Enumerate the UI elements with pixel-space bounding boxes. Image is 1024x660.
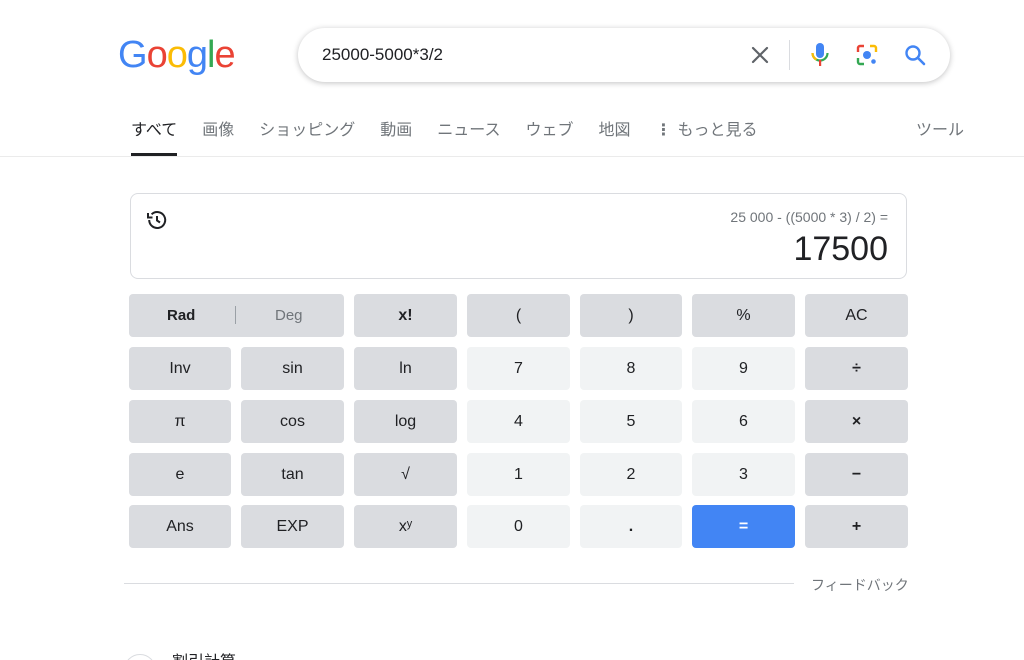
e-button[interactable]: e xyxy=(129,453,231,496)
tools-label: ツール xyxy=(916,120,965,139)
close-icon[interactable] xyxy=(746,41,774,69)
open-paren-button[interactable]: ( xyxy=(467,294,570,337)
divide-button[interactable]: ÷ xyxy=(805,347,908,390)
digit-9-button[interactable]: 9 xyxy=(692,347,795,390)
all-clear-button[interactable]: AC xyxy=(805,294,908,337)
pi-button[interactable]: π xyxy=(129,400,231,443)
tab-videos-label: 動画 xyxy=(380,120,413,139)
search-tabs: すべて 画像 ショッピング 動画 ニュース ウェブ 地図 ⋮ もっと見る xyxy=(131,114,783,156)
history-icon[interactable] xyxy=(145,208,169,232)
digit-4-button[interactable]: 4 xyxy=(467,400,570,443)
tab-all-label: すべて xyxy=(131,120,178,139)
microphone-icon[interactable] xyxy=(806,41,834,69)
digit-8-button[interactable]: 8 xyxy=(580,347,682,390)
tab-web[interactable]: ウェブ xyxy=(526,114,574,156)
tab-shopping-label: ショッピング xyxy=(259,120,356,139)
tab-more[interactable]: ⋮ もっと見る xyxy=(656,114,758,156)
tab-maps[interactable]: 地図 xyxy=(599,114,631,156)
tab-more-label: もっと見る xyxy=(677,120,758,139)
multiply-button[interactable]: × xyxy=(805,400,908,443)
equals-button[interactable]: = xyxy=(692,505,795,548)
lens-icon[interactable] xyxy=(853,41,881,69)
calculator-expression: 25 000 - ((5000 * 3) / 2) = xyxy=(730,209,888,225)
close-paren-button[interactable]: ) xyxy=(580,294,682,337)
exp-button[interactable]: EXP xyxy=(241,505,344,548)
more-vert-icon: ⋮ xyxy=(655,120,672,139)
tab-images-label: 画像 xyxy=(202,120,235,139)
tools-button[interactable]: ツール xyxy=(916,114,964,146)
rad-button[interactable]: Rad xyxy=(167,307,195,324)
search-input[interactable] xyxy=(322,42,722,68)
log-button[interactable]: log xyxy=(354,400,457,443)
logo-letter: g xyxy=(186,34,208,76)
tan-button[interactable]: tan xyxy=(241,453,344,496)
search-icon[interactable] xyxy=(901,41,929,69)
power-button[interactable]: xʸ xyxy=(354,505,457,548)
decimal-button[interactable]: . xyxy=(580,505,682,548)
feedback-divider xyxy=(124,583,794,584)
digit-2-button[interactable]: 2 xyxy=(580,453,682,496)
inverse-button[interactable]: Inv xyxy=(129,347,231,390)
sin-button[interactable]: sin xyxy=(241,347,344,390)
logo-letter: o xyxy=(166,34,188,76)
logo-letter: G xyxy=(118,34,148,76)
digit-7-button[interactable]: 7 xyxy=(467,347,570,390)
digit-0-button[interactable]: 0 xyxy=(467,505,570,548)
tab-images[interactable]: 画像 xyxy=(202,114,234,156)
percent-button[interactable]: % xyxy=(692,294,795,337)
digit-1-button[interactable]: 1 xyxy=(467,453,570,496)
ln-button[interactable]: ln xyxy=(354,347,457,390)
next-result-title[interactable]: 割引計算 xyxy=(172,648,236,660)
sqrt-button[interactable]: √ xyxy=(354,453,457,496)
deg-button[interactable]: Deg xyxy=(275,307,303,324)
tab-shopping[interactable]: ショッピング xyxy=(259,114,355,156)
feedback-link[interactable]: フィードバック xyxy=(811,575,909,595)
tab-videos[interactable]: 動画 xyxy=(380,114,412,156)
tab-news-label: ニュース xyxy=(437,120,501,139)
calculator-display: 25 000 - ((5000 * 3) / 2) = 17500 xyxy=(130,193,907,279)
factorial-button[interactable]: x! xyxy=(354,294,457,337)
answer-button[interactable]: Ans xyxy=(129,505,231,548)
tab-web-label: ウェブ xyxy=(525,120,574,139)
tab-all[interactable]: すべて xyxy=(131,114,178,156)
logo-letter: o xyxy=(146,34,168,76)
digit-3-button[interactable]: 3 xyxy=(692,453,795,496)
header-divider xyxy=(0,156,1024,157)
google-logo[interactable]: Google xyxy=(118,34,236,76)
logo-letter: e xyxy=(214,34,235,76)
calculator-result: 17500 xyxy=(793,230,888,268)
digit-5-button[interactable]: 5 xyxy=(580,400,682,443)
rad-deg-toggle: Rad Deg xyxy=(129,294,344,337)
logo-letter: l xyxy=(206,34,216,76)
search-divider xyxy=(789,40,790,70)
search-box xyxy=(298,28,950,82)
tab-maps-label: 地図 xyxy=(598,120,631,139)
plus-button[interactable]: + xyxy=(805,505,908,548)
minus-button[interactable]: − xyxy=(805,453,908,496)
rad-deg-separator xyxy=(235,306,236,324)
digit-6-button[interactable]: 6 xyxy=(692,400,795,443)
cos-button[interactable]: cos xyxy=(241,400,344,443)
tab-news[interactable]: ニュース xyxy=(437,114,500,156)
next-result-favicon xyxy=(124,654,156,660)
